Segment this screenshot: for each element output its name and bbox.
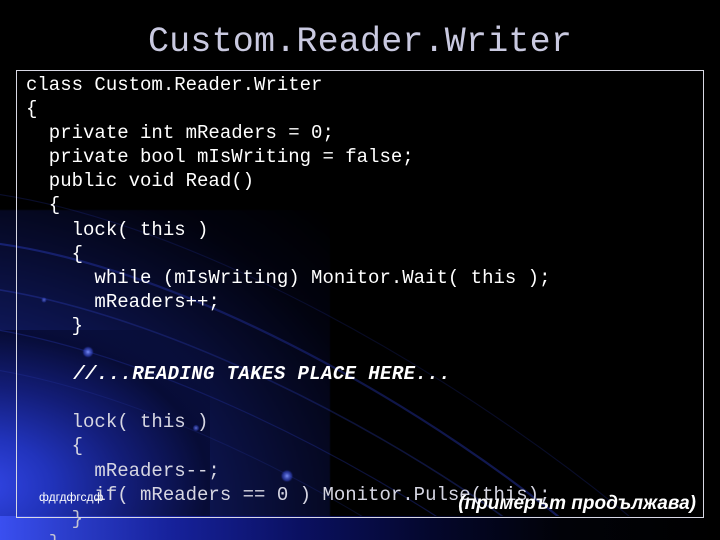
code-line: //...READING TAKES PLACE HERE... bbox=[26, 363, 451, 386]
page-title: Custom.Reader.Writer bbox=[147, 22, 573, 62]
code-line: private bool mIsWriting = false; bbox=[26, 146, 414, 169]
code-block: class Custom.Reader.Writer{ private int … bbox=[26, 73, 716, 540]
code-line: mReaders--; bbox=[26, 459, 220, 482]
code-line: lock( this ) bbox=[26, 218, 209, 241]
code-line: { bbox=[26, 435, 84, 458]
code-line: { bbox=[26, 98, 38, 121]
slide: Custom.Reader.Writer class Custom.Reader… bbox=[0, 0, 720, 540]
code-line: { bbox=[26, 194, 61, 217]
code-line: lock( this ) bbox=[26, 411, 209, 434]
continuation-note: (примерът продължава) bbox=[458, 493, 696, 514]
scribble-note: фдгдфгсдф bbox=[39, 490, 104, 504]
code-line: { bbox=[26, 242, 84, 265]
code-line: public void Read() bbox=[26, 170, 255, 193]
code-line: } bbox=[26, 531, 716, 540]
code-line: private int mReaders = 0; bbox=[26, 122, 334, 145]
code-line: mReaders++; bbox=[26, 290, 220, 313]
code-line: class Custom.Reader.Writer bbox=[26, 74, 323, 96]
code-line: } bbox=[26, 314, 84, 337]
code-line: while (mIsWriting) Monitor.Wait( this ); bbox=[26, 266, 551, 289]
